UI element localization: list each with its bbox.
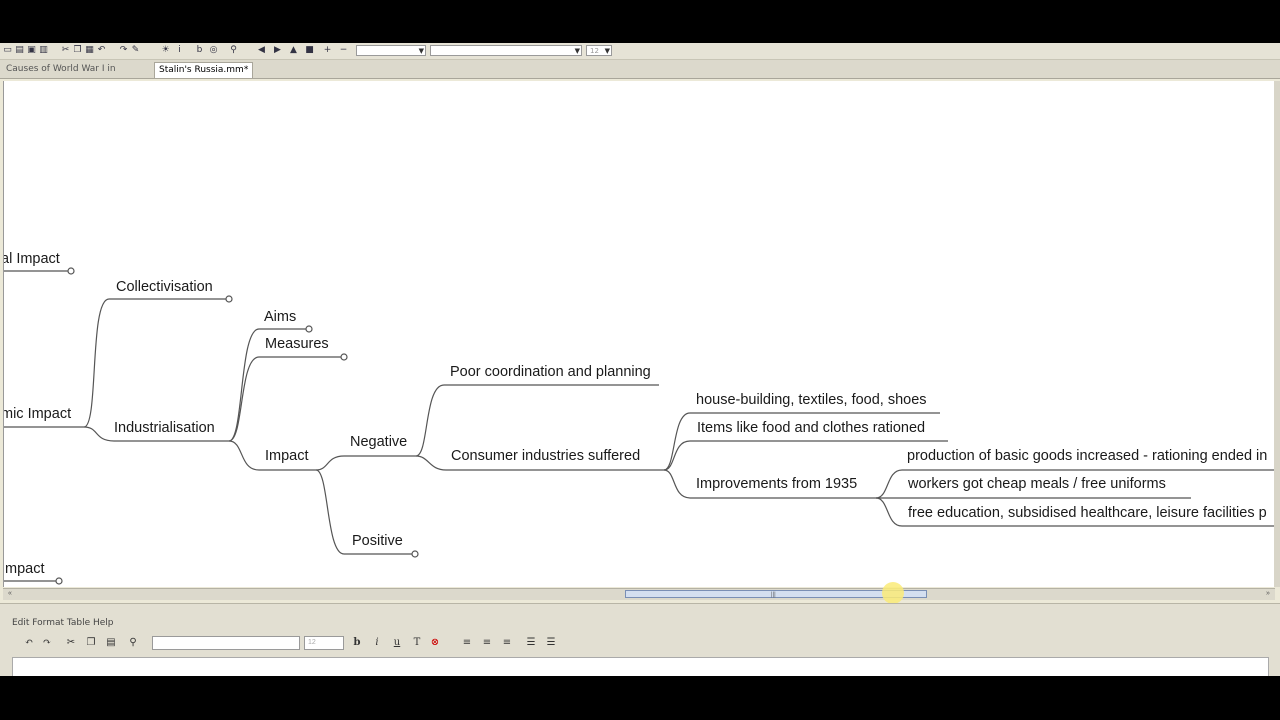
bold-icon[interactable]: b: [194, 45, 205, 56]
italic-icon[interactable]: i: [174, 45, 185, 56]
align-right-icon[interactable]: ≡: [500, 636, 514, 650]
node-economic-impact[interactable]: mic Impact: [4, 406, 71, 423]
node-house-building[interactable]: house-building, textiles, food, shoes: [696, 392, 927, 409]
edge-collectivisation: [83, 298, 226, 428]
node-social-impact[interactable]: Impact: [4, 561, 45, 578]
notes-size-select[interactable]: 12: [304, 636, 344, 650]
notes-font-select[interactable]: [152, 636, 300, 650]
align-left-icon[interactable]: ≡: [460, 636, 474, 650]
node-negative[interactable]: Negative: [350, 434, 407, 451]
edge-negative: [315, 455, 416, 471]
bullet-list-icon[interactable]: ☰: [544, 636, 558, 650]
horizontal-scrollbar[interactable]: « ||| »: [3, 588, 1275, 600]
notes-toolbar: ↶ ↷ ✂ ❐ ▤ ⚲ 12 b i u T ⊗ ≡ ≡ ≡ ☰ ☰: [12, 634, 1272, 652]
zoom-icon[interactable]: ⚲: [228, 45, 239, 56]
node-industrialisation[interactable]: Industrialisation: [114, 420, 215, 437]
edge-items-rationed: [663, 440, 948, 471]
bold-button[interactable]: b: [350, 636, 364, 650]
notes-menu[interactable]: Edit Format Table Help: [12, 618, 114, 628]
paste-icon[interactable]: ▦: [84, 45, 95, 56]
node-aims[interactable]: Aims: [264, 309, 296, 326]
fold-circle: [225, 295, 233, 303]
tools-icon[interactable]: ✎: [130, 45, 141, 56]
grip-icon: |||: [771, 592, 776, 598]
print-icon[interactable]: ▥: [38, 45, 49, 56]
remove-icon[interactable]: −: [338, 45, 349, 56]
back-icon[interactable]: ◀: [256, 45, 267, 56]
node-items-rationed[interactable]: Items like food and clothes rationed: [697, 420, 925, 437]
font-family-select[interactable]: ▼: [430, 45, 582, 56]
copy-icon[interactable]: ❐: [84, 636, 98, 650]
node-consumer-industries[interactable]: Consumer industries suffered: [451, 448, 640, 465]
scroll-right-icon[interactable]: »: [1263, 589, 1273, 599]
mindmap-canvas[interactable]: al Impact Collectivisation Aims Measures…: [3, 81, 1276, 587]
node-poor-coordination[interactable]: Poor coordination and planning: [450, 364, 651, 381]
down-icon[interactable]: ■: [304, 45, 315, 56]
forward-icon[interactable]: ▶: [272, 45, 283, 56]
undo-icon[interactable]: ↶: [96, 45, 107, 56]
cut-icon[interactable]: ✂: [64, 636, 78, 650]
node-free-education[interactable]: free education, subsidised healthcare, l…: [908, 505, 1267, 522]
strike-icon[interactable]: T: [410, 636, 424, 650]
align-center-icon[interactable]: ≡: [480, 636, 494, 650]
map-tabs: Causes of World War I in Europe.mm Stali…: [0, 60, 1280, 79]
node-measures[interactable]: Measures: [265, 336, 329, 353]
vertical-scrollbar[interactable]: [1274, 81, 1280, 587]
fold-circle: [340, 353, 348, 361]
fold-circle: [305, 325, 313, 333]
redo-icon[interactable]: ↷: [118, 45, 129, 56]
scroll-left-icon[interactable]: «: [5, 589, 15, 599]
notes-editor[interactable]: [12, 657, 1269, 676]
up-icon[interactable]: ▲: [288, 45, 299, 56]
tab-causes-ww1[interactable]: Causes of World War I in Europe.mm: [2, 62, 158, 77]
paste-icon[interactable]: ▤: [104, 636, 118, 650]
node-production-goods[interactable]: production of basic goods increased - ra…: [907, 448, 1267, 465]
fold-circle: [55, 577, 63, 585]
add-icon[interactable]: +: [322, 45, 333, 56]
undo-icon[interactable]: ↶: [22, 636, 36, 650]
fold-circle: [67, 267, 75, 275]
font-size-select[interactable]: 12 ▼: [586, 45, 612, 56]
node-collectivisation[interactable]: Collectivisation: [116, 279, 213, 296]
italic-button[interactable]: i: [370, 636, 384, 650]
node-positive[interactable]: Positive: [352, 533, 403, 550]
underline-button[interactable]: u: [390, 636, 404, 650]
tab-stalins-russia[interactable]: Stalin's Russia.mm*: [154, 62, 254, 78]
cursor-highlight: [882, 582, 904, 604]
freemind-window: ▭ ▤ ▣ ▥ ✂ ❐ ▦ ↶ ↷ ✎ ☀ i b ◎ ⚲ ◀ ▶ ▲ ■ + …: [0, 43, 1280, 676]
node-political-impact[interactable]: al Impact: [4, 251, 60, 268]
cut-icon[interactable]: ✂: [60, 45, 71, 56]
node-impact[interactable]: Impact: [265, 448, 309, 465]
save-icon[interactable]: ▣: [26, 45, 37, 56]
main-toolbar: ▭ ▤ ▣ ▥ ✂ ❐ ▦ ↶ ↷ ✎ ☀ i b ◎ ⚲ ◀ ▶ ▲ ■ + …: [0, 43, 1280, 60]
copy-icon[interactable]: ❐: [72, 45, 83, 56]
edge-measures: [228, 356, 341, 442]
node-improvements-1935[interactable]: Improvements from 1935: [696, 476, 857, 493]
zoom-select[interactable]: ▼: [356, 45, 426, 56]
new-icon[interactable]: ▭: [2, 45, 13, 56]
clear-format-icon[interactable]: ⊗: [428, 636, 442, 650]
edge-poor-coordination: [415, 384, 659, 457]
find-icon[interactable]: ◎: [208, 45, 219, 56]
open-icon[interactable]: ▤: [14, 45, 25, 56]
fold-circle: [411, 550, 419, 558]
node-workers-meals[interactable]: workers got cheap meals / free uniforms: [908, 476, 1166, 493]
find-icon[interactable]: ⚲: [126, 636, 140, 650]
idea-icon[interactable]: ☀: [160, 45, 171, 56]
redo-icon[interactable]: ↷: [40, 636, 54, 650]
notes-panel: Edit Format Table Help ↶ ↷ ✂ ❐ ▤ ⚲ 12 b …: [0, 603, 1280, 676]
numbered-list-icon[interactable]: ☰: [524, 636, 538, 650]
